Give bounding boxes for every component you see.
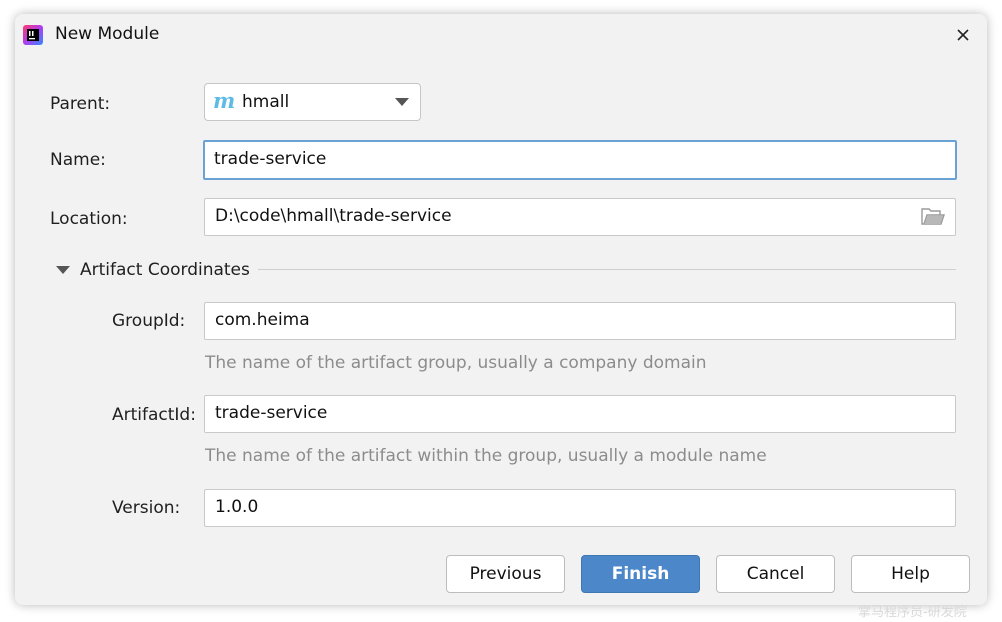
section-divider: [258, 269, 956, 270]
parent-value: hmall: [242, 92, 290, 112]
parent-dropdown[interactable]: m hmall: [204, 83, 421, 121]
triangle-down-icon[interactable]: [55, 264, 71, 276]
cancel-button[interactable]: Cancel: [716, 555, 835, 593]
location-label: Location:: [50, 209, 128, 229]
intellij-idea-icon: [23, 25, 43, 45]
finish-button[interactable]: Finish: [581, 555, 700, 593]
new-module-dialog: New Module Parent: m hmall Name: trade-s…: [15, 14, 987, 620]
group-id-label: GroupId:: [112, 311, 186, 331]
close-icon[interactable]: [950, 22, 976, 48]
location-value: D:\code\hmall\trade-service: [215, 206, 452, 226]
location-field[interactable]: D:\code\hmall\trade-service: [204, 198, 956, 236]
version-label: Version:: [112, 498, 181, 518]
title-bar: New Module: [15, 14, 987, 56]
previous-button[interactable]: Previous: [446, 555, 565, 593]
name-field[interactable]: trade-service: [203, 140, 957, 180]
maven-module-icon: m: [213, 88, 236, 113]
version-field[interactable]: 1.0.0: [204, 489, 956, 527]
artifact-id-field[interactable]: trade-service: [204, 395, 956, 433]
chevron-down-icon[interactable]: [395, 98, 409, 106]
parent-label: Parent:: [50, 94, 111, 114]
artifact-id-hint: The name of the artifact within the grou…: [205, 446, 767, 466]
help-button[interactable]: Help: [851, 555, 970, 593]
artifact-id-label: ArtifactId:: [112, 405, 196, 425]
name-label: Name:: [50, 150, 106, 170]
dialog-title: New Module: [55, 24, 160, 44]
group-id-field[interactable]: com.heima: [204, 302, 956, 340]
watermark: 掌马程序员-研发院: [858, 605, 967, 620]
group-id-hint: The name of the artifact group, usually …: [205, 353, 707, 373]
artifact-section-title[interactable]: Artifact Coordinates: [80, 260, 250, 280]
folder-open-icon[interactable]: [921, 208, 945, 226]
